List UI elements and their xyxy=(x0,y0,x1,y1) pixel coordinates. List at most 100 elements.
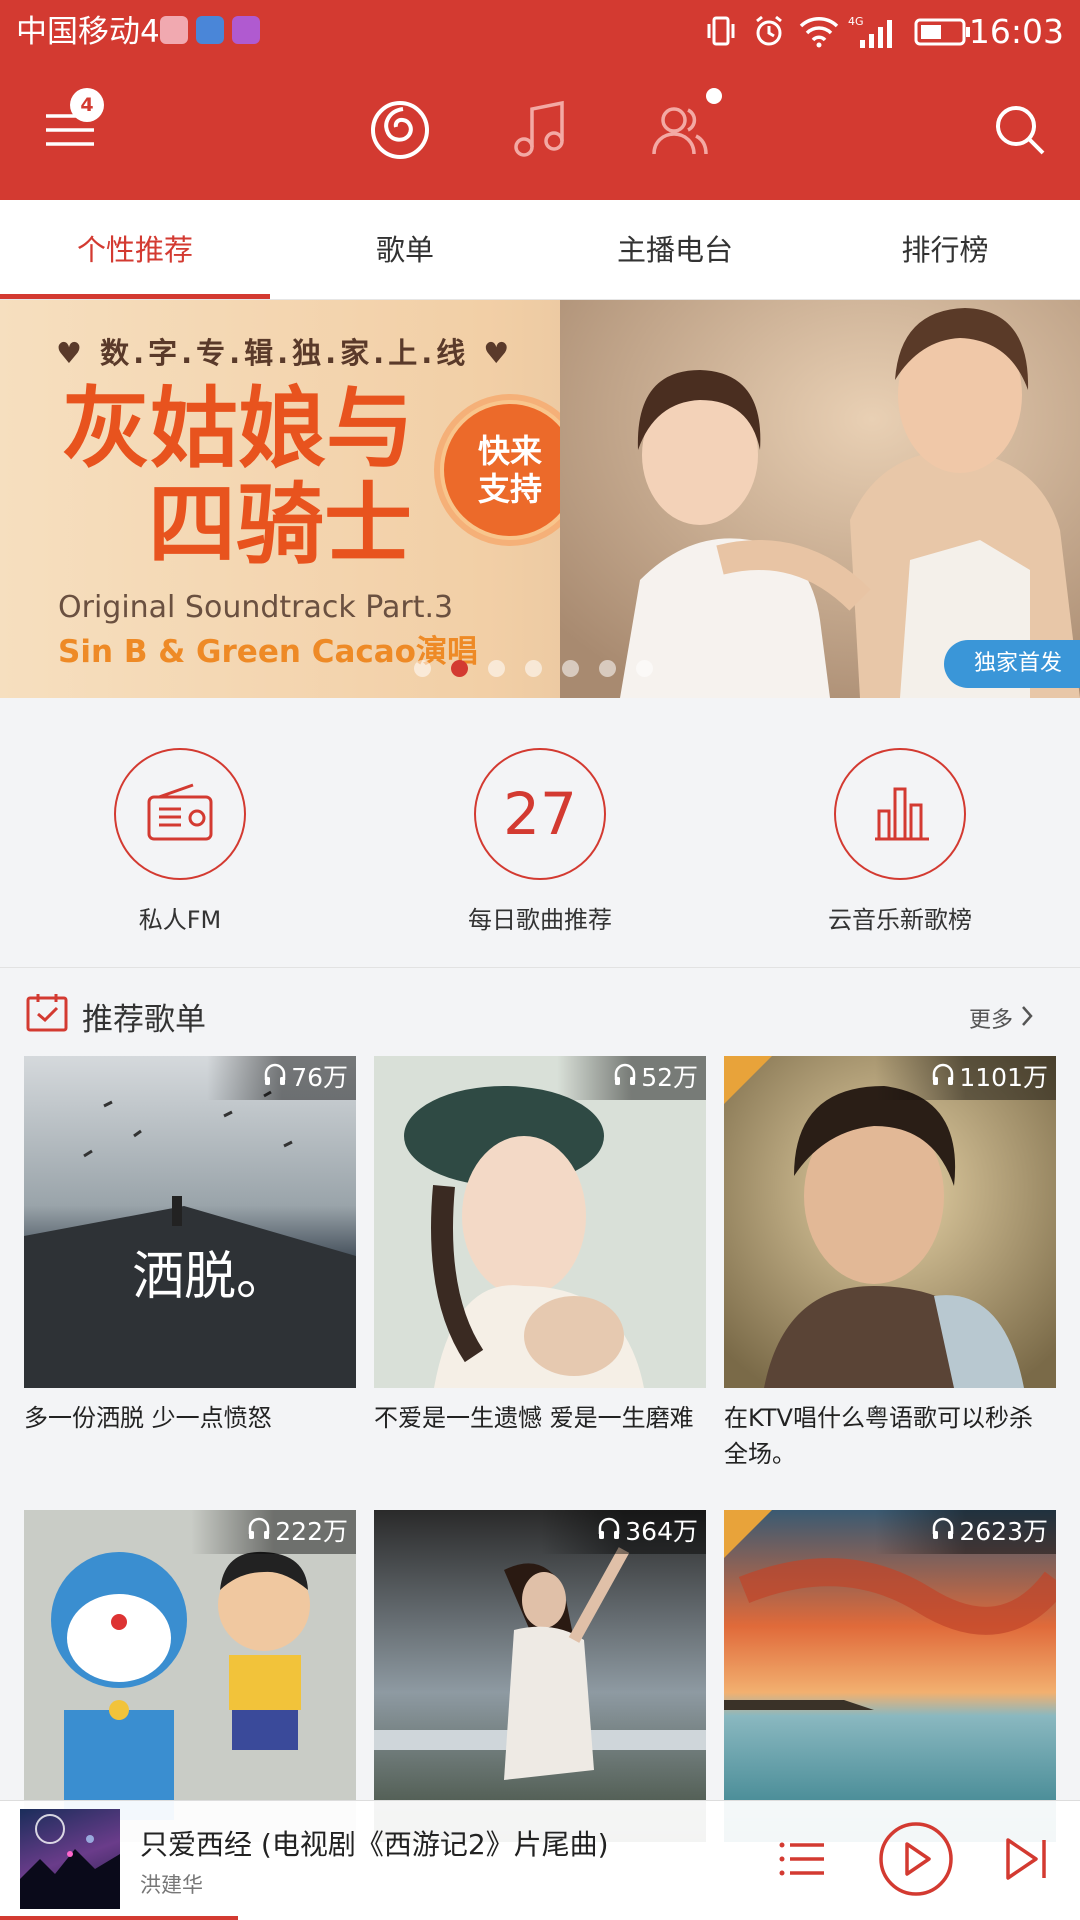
play-count-value: 1101万 xyxy=(959,1063,1048,1092)
playback-progress xyxy=(0,1916,238,1920)
banner-pager xyxy=(414,660,653,677)
chart-bars-icon xyxy=(867,781,933,847)
pager-dot[interactable] xyxy=(562,660,579,677)
friends-icon xyxy=(648,100,712,164)
play-count: 52万 xyxy=(557,1056,706,1100)
message-notification-icon xyxy=(196,16,224,44)
playlist-icon xyxy=(778,1839,826,1883)
pager-dot[interactable] xyxy=(525,660,542,677)
playlist-title: 多一份洒脱 少一点愤怒 xyxy=(24,1404,272,1432)
gallery-notification-icon xyxy=(232,16,260,44)
quality-corner-tag xyxy=(724,1510,772,1558)
now-playing-artwork xyxy=(20,1809,120,1909)
now-playing-artist: 洪建华 xyxy=(140,1873,203,1897)
play-count-value: 364万 xyxy=(625,1517,698,1546)
banner-seal-text: 快来支持 xyxy=(477,432,542,508)
carrier-label: 中国移动4G xyxy=(16,14,184,50)
battery-icon xyxy=(914,18,972,50)
new-songs-chart-entry[interactable]: 云音乐新歌榜 xyxy=(780,748,1020,935)
play-count: 222万 xyxy=(191,1510,356,1554)
playlist-card[interactable]: 52万 不爱是一生遗憾 爱是一生磨难 xyxy=(374,1056,706,1474)
netease-music-icon xyxy=(369,99,431,165)
daily-date-number: 27 xyxy=(503,780,577,848)
pager-dot[interactable] xyxy=(414,660,431,677)
playlist-cover: 洒脱。 76万 xyxy=(24,1056,356,1388)
quick-entries: 私人FM 27 每日歌曲推荐 云音乐新歌榜 xyxy=(0,698,1080,968)
tab-my-music[interactable] xyxy=(500,92,580,172)
tab-radio[interactable]: 主播电台 xyxy=(540,200,810,299)
banner-english-line1: Original Soundtrack Part.3 xyxy=(58,590,454,625)
tab-recommend[interactable]: 个性推荐 xyxy=(0,200,270,299)
status-bar: 中国移动4G 4G 16:03 xyxy=(0,0,1080,64)
play-count: 364万 xyxy=(541,1510,706,1554)
more-label: 更多 xyxy=(968,1008,1013,1033)
promo-banner[interactable]: ♥ 数.字.专.辑.独.家.上.线 ♥ 灰姑娘与 四骑士 快来支持 Origin… xyxy=(0,300,1080,698)
play-count: 2623万 xyxy=(875,1510,1056,1554)
signal-icon: 4G xyxy=(848,14,898,54)
daily-recommend-entry[interactable]: 27 每日歌曲推荐 xyxy=(420,748,660,935)
mini-player[interactable]: 只爱西经 (电视剧《西游记2》片尾曲) 洪建华 xyxy=(0,1800,1080,1920)
headphones-icon xyxy=(931,1510,955,1554)
playlist-cover: 222万 xyxy=(24,1510,356,1842)
playlist-card[interactable]: 364万 xyxy=(374,1510,706,1842)
friends-dot-badge xyxy=(706,88,722,104)
next-button[interactable] xyxy=(982,1817,1070,1905)
tab-friends[interactable] xyxy=(640,88,722,172)
vibrate-icon xyxy=(706,14,736,52)
private-fm-label: 私人FM xyxy=(138,906,222,934)
playlist-cover: 1101万 xyxy=(724,1056,1056,1388)
playlist-card[interactable]: 1101万 在KTV唱什么粤语歌可以秒杀全场。 xyxy=(724,1056,1056,1474)
network-type-label: 4G xyxy=(848,15,864,28)
play-button[interactable] xyxy=(872,1817,960,1905)
calendar-check-icon xyxy=(26,992,68,1036)
daily-recommend-circle: 27 xyxy=(474,748,606,880)
daily-recommend-label: 每日歌曲推荐 xyxy=(468,906,612,934)
cover-text: 洒脱。 xyxy=(132,1247,289,1307)
new-songs-chart-label: 云音乐新歌榜 xyxy=(828,906,972,934)
banner-subtitle: ♥ 数.字.专.辑.独.家.上.线 ♥ xyxy=(56,336,514,370)
headphones-icon xyxy=(263,1056,287,1100)
headphones-icon xyxy=(931,1056,955,1100)
menu-button[interactable]: 4 xyxy=(30,88,110,172)
headphones-icon xyxy=(247,1510,271,1554)
pager-dot[interactable] xyxy=(488,660,505,677)
headphones-icon xyxy=(613,1056,637,1100)
pager-dot[interactable] xyxy=(599,660,616,677)
health-notification-icon xyxy=(160,16,188,44)
radio-icon xyxy=(145,781,215,847)
more-link[interactable]: 更多 xyxy=(969,1002,1034,1034)
tab-charts[interactable]: 排行榜 xyxy=(810,200,1080,299)
playlist-cover: 52万 xyxy=(374,1056,706,1388)
category-tabs: 个性推荐 歌单 主播电台 排行榜 xyxy=(0,200,1080,300)
chevron-right-icon xyxy=(1020,1006,1034,1033)
pager-dot-active[interactable] xyxy=(451,660,468,677)
music-note-icon xyxy=(510,99,570,165)
private-fm-entry[interactable]: 私人FM xyxy=(60,748,300,935)
playlist-title: 不爱是一生遗憾 爱是一生磨难 xyxy=(374,1404,694,1432)
playlist-card[interactable]: 洒脱。 76万 多一份洒脱 少一点愤怒 xyxy=(24,1056,356,1474)
playlist-button[interactable] xyxy=(758,1817,846,1905)
tab-discover-music[interactable] xyxy=(360,92,440,172)
tab-playlists[interactable]: 歌单 xyxy=(270,200,540,299)
play-count-value: 2623万 xyxy=(959,1517,1048,1546)
search-icon xyxy=(992,102,1048,162)
recommended-playlists-header: 推荐歌单 更多 xyxy=(0,968,1080,1058)
menu-badge: 4 xyxy=(70,88,104,122)
app-root: 中国移动4G 4G 16:03 4 个性推荐 歌单 主播电台 排行榜 ♥ 数.字… xyxy=(0,0,1080,1920)
next-track-icon xyxy=(1002,1836,1050,1886)
banner-title-line2: 四骑士 xyxy=(148,472,413,576)
playlist-cover: 2623万 xyxy=(724,1510,1056,1842)
pager-dot[interactable] xyxy=(636,660,653,677)
app-bar: 4 xyxy=(0,64,1080,200)
headphones-icon xyxy=(597,1510,621,1554)
playlist-card[interactable]: 222万 xyxy=(24,1510,356,1842)
now-playing-title: 只爱西经 (电视剧《西游记2》片尾曲) xyxy=(140,1828,609,1861)
playlist-card[interactable]: 2623万 xyxy=(724,1510,1056,1842)
search-button[interactable] xyxy=(980,92,1060,172)
play-count: 1101万 xyxy=(875,1056,1056,1100)
play-count-value: 76万 xyxy=(291,1063,348,1092)
new-songs-chart-circle xyxy=(834,748,966,880)
playlist-title: 在KTV唱什么粤语歌可以秒杀全场。 xyxy=(724,1404,1033,1468)
section-title: 推荐歌单 xyxy=(82,1002,206,1038)
play-icon xyxy=(877,1820,955,1902)
